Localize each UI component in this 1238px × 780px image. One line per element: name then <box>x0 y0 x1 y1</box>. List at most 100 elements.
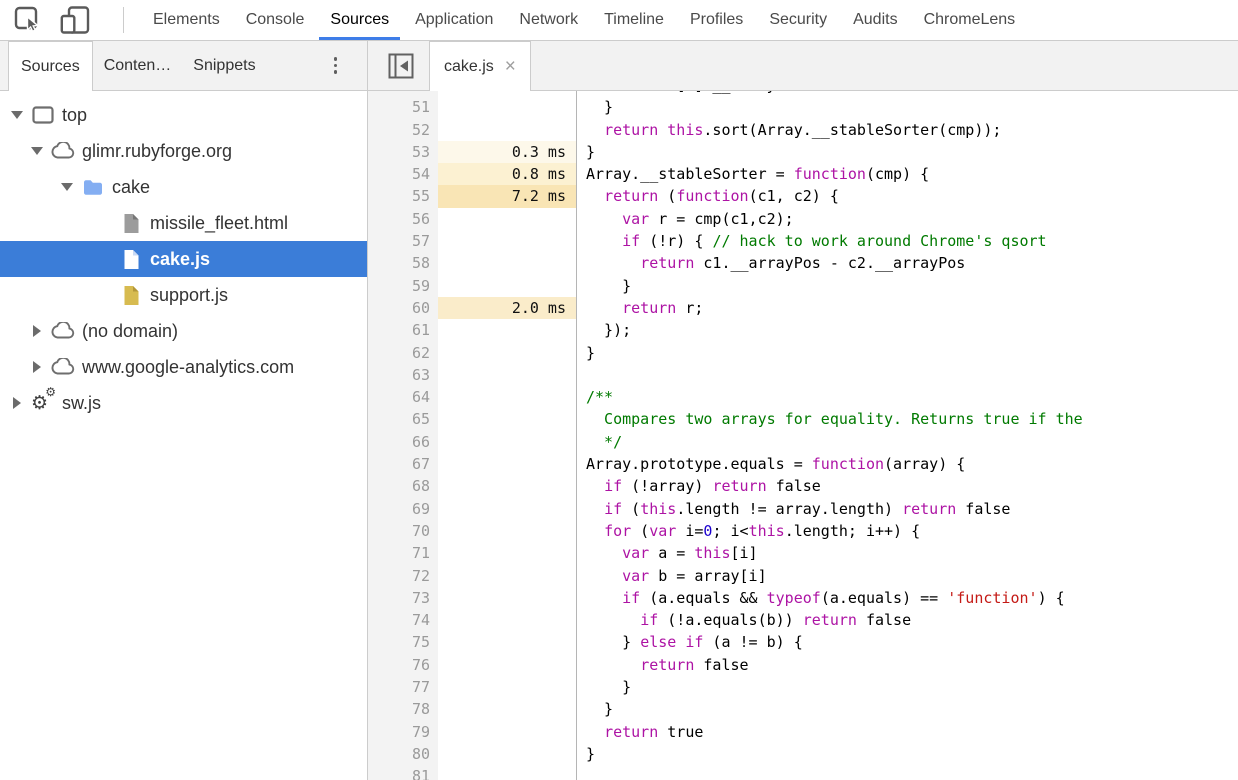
tree-item-cake-js[interactable]: cake.js <box>0 241 367 277</box>
tree-item-www-google-analytics-com[interactable]: www.google-analytics.com <box>0 349 367 385</box>
code-line[interactable]: } <box>576 676 1238 698</box>
line-number[interactable]: 78 <box>368 698 438 720</box>
code-line[interactable]: var r = cmp(c1,c2); <box>576 208 1238 230</box>
line-number[interactable]: 64 <box>368 386 438 408</box>
line-number[interactable]: 74 <box>368 609 438 631</box>
line-number[interactable]: 71 <box>368 542 438 564</box>
line-number[interactable]: 79 <box>368 721 438 743</box>
line-number[interactable]: 56 <box>368 208 438 230</box>
code-line[interactable] <box>576 364 1238 386</box>
code-line[interactable]: if (a.equals && typeof(a.equals) == 'fun… <box>576 587 1238 609</box>
main-tab-security[interactable]: Security <box>756 0 840 40</box>
profile-time <box>438 520 576 542</box>
code-line[interactable]: /** <box>576 386 1238 408</box>
line-number[interactable]: 77 <box>368 676 438 698</box>
tree-item-no-domain[interactable]: (no domain) <box>0 313 367 349</box>
main-tab-audits[interactable]: Audits <box>840 0 910 40</box>
chevron-down-icon[interactable] <box>8 111 26 119</box>
line-number[interactable]: 67 <box>368 453 438 475</box>
line-number[interactable]: 80 <box>368 743 438 765</box>
tree-item-missile-fleet-html[interactable]: missile_fleet.html <box>0 205 367 241</box>
code-line[interactable]: var b = array[i] <box>576 565 1238 587</box>
line-number[interactable]: 70 <box>368 520 438 542</box>
line-number[interactable]: 68 <box>368 475 438 497</box>
main-tab-network[interactable]: Network <box>506 0 591 40</box>
tree-item-sw-js[interactable]: ⚙⚙sw.js <box>0 385 367 421</box>
tree-item-top[interactable]: top <box>0 97 367 133</box>
code-line[interactable]: } <box>576 275 1238 297</box>
hide-navigator-icon[interactable] <box>387 52 415 80</box>
line-number[interactable]: 58 <box>368 252 438 274</box>
line-number[interactable]: 76 <box>368 654 438 676</box>
device-toolbar-icon[interactable] <box>59 5 91 35</box>
line-number[interactable]: 59 <box>368 275 438 297</box>
line-number[interactable]: 65 <box>368 408 438 430</box>
line-number[interactable]: 62 <box>368 342 438 364</box>
inspect-icon[interactable] <box>12 5 44 35</box>
code-line[interactable]: for (var i=0; i<this.length; i++) { <box>576 520 1238 542</box>
tree-item-cake[interactable]: cake <box>0 169 367 205</box>
code-line[interactable]: return this.sort(Array.__stableSorter(cm… <box>576 119 1238 141</box>
chevron-down-icon[interactable] <box>58 183 76 191</box>
chevron-right-icon[interactable] <box>28 361 46 373</box>
line-number[interactable]: 72 <box>368 565 438 587</box>
code-line[interactable]: } <box>576 141 1238 163</box>
chevron-right-icon[interactable] <box>8 397 26 409</box>
main-tab-console[interactable]: Console <box>233 0 318 40</box>
code-line[interactable]: } <box>576 743 1238 765</box>
code-line[interactable]: } <box>576 698 1238 720</box>
line-number[interactable]: 53 <box>368 141 438 163</box>
navigator-tab-snippets[interactable]: Snippets <box>182 41 266 90</box>
line-number[interactable]: 69 <box>368 498 438 520</box>
profile-time <box>438 698 576 720</box>
code-line[interactable]: return r; <box>576 297 1238 319</box>
code-line[interactable]: } <box>576 96 1238 118</box>
line-number[interactable]: 52 <box>368 119 438 141</box>
line-number[interactable]: 51 <box>368 96 438 118</box>
main-tab-chromelens[interactable]: ChromeLens <box>911 0 1029 40</box>
code-line[interactable]: return false <box>576 654 1238 676</box>
line-number[interactable]: 66 <box>368 431 438 453</box>
code-line[interactable]: if (!a.equals(b)) return false <box>576 609 1238 631</box>
line-number[interactable]: 60 <box>368 297 438 319</box>
code-line[interactable]: if (this.length != array.length) return … <box>576 498 1238 520</box>
line-number[interactable]: 75 <box>368 631 438 653</box>
code-line[interactable]: return (function(c1, c2) { <box>576 185 1238 207</box>
code-line[interactable]: } else if (a != b) { <box>576 631 1238 653</box>
main-tab-application[interactable]: Application <box>402 0 506 40</box>
tree-item-support-js[interactable]: support.js <box>0 277 367 313</box>
code-line[interactable]: var a = this[i] <box>576 542 1238 564</box>
code-line[interactable]: Array.__stableSorter = function(cmp) { <box>576 163 1238 185</box>
code-line[interactable]: }); <box>576 319 1238 341</box>
navigator-tab-sources[interactable]: Sources <box>8 41 93 91</box>
code-line[interactable]: */ <box>576 431 1238 453</box>
navigator-tab-conten[interactable]: Conten… <box>93 41 183 90</box>
file-tab-cakejs[interactable]: cake.js × <box>429 41 531 91</box>
main-tab-sources[interactable]: Sources <box>317 0 402 40</box>
code-line[interactable]: } <box>576 342 1238 364</box>
code-line[interactable]: if (!array) return false <box>576 475 1238 497</box>
code-line[interactable]: Array.prototype.equals = function(array)… <box>576 453 1238 475</box>
more-options-icon[interactable] <box>328 51 344 80</box>
line-number[interactable]: 55 <box>368 185 438 207</box>
code-line[interactable]: return c1.__arrayPos - c2.__arrayPos <box>576 252 1238 274</box>
line-number[interactable]: 54 <box>368 163 438 185</box>
chevron-right-icon[interactable] <box>28 325 46 337</box>
profile-time: 2.0 ms <box>438 297 576 319</box>
line-number[interactable]: 61 <box>368 319 438 341</box>
close-icon[interactable]: × <box>505 57 516 76</box>
tree-item-glimr-rubyforge-org[interactable]: glimr.rubyforge.org <box>0 133 367 169</box>
line-number[interactable]: 81 <box>368 765 438 780</box>
chevron-down-icon[interactable] <box>28 147 46 155</box>
code-line[interactable]: Compares two arrays for equality. Return… <box>576 408 1238 430</box>
main-tab-profiles[interactable]: Profiles <box>677 0 756 40</box>
line-number[interactable]: 73 <box>368 587 438 609</box>
code-line[interactable]: if (!r) { // hack to work around Chrome'… <box>576 230 1238 252</box>
line-number[interactable]: 63 <box>368 364 438 386</box>
main-tab-timeline[interactable]: Timeline <box>591 0 677 40</box>
code-line[interactable]: return true <box>576 721 1238 743</box>
line-number[interactable]: 57 <box>368 230 438 252</box>
code-line[interactable] <box>576 765 1238 780</box>
code-editor[interactable]: this[i].__arrayPos = i51 }52 return this… <box>368 91 1238 780</box>
main-tab-elements[interactable]: Elements <box>140 0 233 40</box>
